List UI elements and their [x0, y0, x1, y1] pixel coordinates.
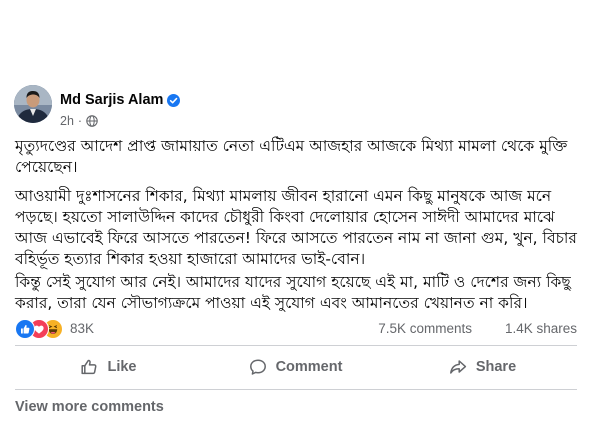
- globe-icon[interactable]: [86, 115, 98, 127]
- like-icon: [15, 319, 35, 339]
- comment-button[interactable]: Comment: [202, 349, 389, 385]
- reaction-summary: 83K 7.5K comments 1.4K shares: [15, 319, 577, 339]
- view-more-comments-link[interactable]: View more comments: [15, 399, 164, 415]
- thumbs-up-icon: [81, 359, 97, 375]
- share-label: Share: [475, 359, 517, 375]
- divider: [15, 389, 577, 390]
- meta-separator: ·: [77, 114, 83, 128]
- reaction-icons[interactable]: [15, 319, 67, 339]
- page: Md Sarjis Alam 2h · মৃত্যুদণ্ডের আদেশ প্…: [0, 0, 591, 443]
- comment-bubble-icon: [249, 359, 266, 375]
- post-paragraph: মৃত্যুদণ্ডের আদেশ প্রাপ্ত জামায়াত নেতা …: [15, 137, 568, 176]
- divider: [15, 345, 577, 346]
- reaction-count[interactable]: 83K: [70, 321, 94, 336]
- facebook-post: Md Sarjis Alam 2h · মৃত্যুদণ্ডের আদেশ প্…: [0, 77, 591, 443]
- post-paragraph: আওয়ামী দুঃশাসনের শিকার, মিথ্যা মামলায় …: [15, 187, 577, 268]
- like-button[interactable]: Like: [15, 349, 202, 385]
- avatar-photo: [14, 85, 52, 123]
- shares-count[interactable]: 1.4K shares: [505, 321, 577, 336]
- like-label: Like: [107, 359, 137, 375]
- post-timestamp[interactable]: 2h: [60, 114, 74, 128]
- author-name[interactable]: Md Sarjis Alam: [60, 92, 163, 108]
- share-button[interactable]: Share: [389, 349, 576, 385]
- post-paragraph: কিন্তু সেই সুযোগ আর নেই। আমাদের যাদের সু…: [15, 273, 571, 312]
- post-meta: 2h ·: [60, 114, 98, 128]
- share-arrow-icon: [449, 360, 466, 374]
- comments-count[interactable]: 7.5K comments: [378, 321, 472, 336]
- verified-badge-icon: [167, 94, 180, 107]
- post-actions: Like Comment Share: [15, 349, 577, 385]
- comment-label: Comment: [275, 359, 343, 375]
- author-avatar[interactable]: [14, 85, 52, 123]
